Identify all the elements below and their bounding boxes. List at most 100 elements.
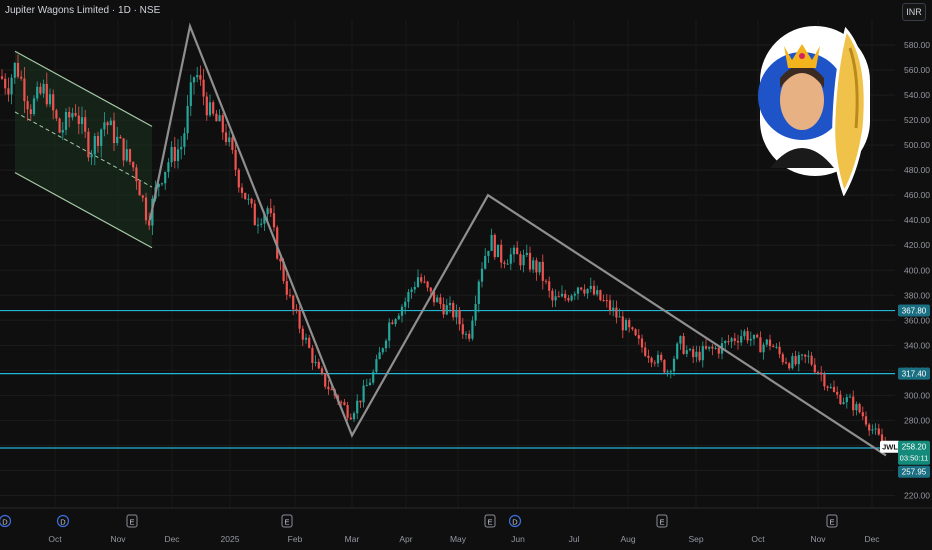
candle-body bbox=[311, 347, 314, 363]
candle-body bbox=[864, 416, 868, 425]
candle-body bbox=[298, 310, 301, 329]
y-tick-label: 420.00 bbox=[904, 240, 930, 250]
candle-body bbox=[810, 355, 813, 365]
y-tick-label: 500.00 bbox=[904, 140, 930, 150]
candle-body bbox=[535, 260, 538, 273]
y-tick-label: 380.00 bbox=[904, 290, 930, 300]
candle-body bbox=[528, 252, 532, 270]
candle-body bbox=[768, 339, 772, 347]
candle-body bbox=[208, 102, 212, 116]
x-axis: Oct Nov Dec 2025 Feb Mar Apr May Jun Jul Aug Sep Oct… bbox=[0, 507, 932, 544]
candle-body bbox=[644, 347, 647, 356]
candle-body bbox=[548, 281, 551, 291]
x-tick-label: Aug bbox=[620, 534, 635, 544]
candle-body bbox=[656, 354, 660, 364]
candle-body bbox=[829, 386, 832, 388]
candle-body bbox=[247, 198, 250, 200]
candle-body bbox=[602, 300, 605, 302]
candle-body bbox=[7, 88, 10, 95]
level-badge: 367.80 bbox=[902, 307, 927, 316]
candle-body bbox=[330, 389, 333, 391]
candle-body bbox=[87, 131, 90, 158]
candle-body bbox=[378, 352, 381, 360]
candle-body bbox=[192, 77, 196, 83]
candle-body bbox=[250, 198, 253, 204]
candle-body bbox=[733, 338, 736, 341]
candle-body bbox=[288, 294, 292, 296]
candle-body bbox=[381, 348, 384, 353]
candle-body bbox=[704, 346, 708, 349]
y-tick-label: 540.00 bbox=[904, 90, 930, 100]
candle-body bbox=[509, 254, 512, 264]
candle-body bbox=[368, 382, 372, 386]
candle-body bbox=[407, 292, 410, 302]
x-tick-label: Jun bbox=[511, 534, 525, 544]
event-markers: DDEEEDEE bbox=[0, 514, 838, 528]
y-axis: 220.00240.00260.00280.00300.00320.00340.… bbox=[904, 40, 930, 500]
candle-body bbox=[375, 359, 378, 372]
candle-body bbox=[877, 428, 880, 435]
candle-body bbox=[292, 295, 295, 310]
candle-body bbox=[90, 154, 93, 158]
candle-body bbox=[253, 203, 256, 226]
candle-body bbox=[343, 402, 346, 406]
candle-body bbox=[100, 129, 103, 146]
candle-body bbox=[359, 400, 362, 403]
candle-body bbox=[301, 328, 304, 340]
candle-body bbox=[461, 324, 464, 335]
candle-body bbox=[125, 149, 128, 161]
candle-body bbox=[861, 412, 864, 417]
candle-body bbox=[365, 385, 368, 387]
candle-body bbox=[474, 303, 477, 321]
x-tick-label: Dec bbox=[164, 534, 180, 544]
x-tick-label: May bbox=[450, 534, 467, 544]
candle-body bbox=[269, 208, 272, 214]
candle-body bbox=[567, 298, 570, 301]
x-tick-label: Jul bbox=[569, 534, 580, 544]
candle-body bbox=[756, 334, 759, 338]
candle-body bbox=[634, 329, 637, 336]
candle-body bbox=[842, 402, 845, 404]
candle-body bbox=[794, 356, 797, 365]
candle-body bbox=[340, 401, 343, 403]
candle-body bbox=[327, 386, 330, 390]
candle-body bbox=[436, 297, 439, 303]
candle-body bbox=[167, 162, 170, 172]
candle-body bbox=[692, 349, 695, 358]
candle-body bbox=[144, 197, 148, 221]
candle-body bbox=[551, 290, 554, 301]
y-tick-label: 400.00 bbox=[904, 265, 930, 275]
candle-body bbox=[679, 336, 682, 344]
candle-body bbox=[372, 371, 375, 383]
level-badge: 317.40 bbox=[902, 370, 927, 379]
currency-button[interactable]: INR bbox=[902, 3, 926, 21]
candle-body bbox=[260, 223, 263, 225]
x-tick-label: Nov bbox=[110, 534, 126, 544]
candle-body bbox=[717, 347, 720, 354]
candle-body bbox=[420, 277, 423, 282]
candle-body bbox=[221, 115, 224, 133]
candle-body bbox=[762, 344, 765, 353]
countdown: 03:50:11 bbox=[900, 454, 929, 463]
candle-body bbox=[669, 371, 672, 373]
y-tick-label: 340.00 bbox=[904, 340, 930, 350]
candle-body bbox=[295, 309, 298, 311]
candle-body bbox=[180, 146, 183, 150]
event-label: E bbox=[129, 518, 134, 527]
event-label: E bbox=[284, 518, 289, 527]
candle-body bbox=[20, 76, 23, 79]
candle-body bbox=[685, 350, 688, 354]
candle-body bbox=[711, 346, 714, 349]
candle-body bbox=[631, 327, 634, 330]
x-tick-label: Sep bbox=[688, 534, 703, 544]
candle-body bbox=[676, 343, 679, 359]
candle-body bbox=[29, 109, 32, 115]
candle-body bbox=[554, 296, 557, 301]
candle-body bbox=[487, 250, 490, 256]
candle-body bbox=[583, 289, 586, 294]
candle-body bbox=[727, 341, 730, 343]
candle-body bbox=[784, 362, 788, 364]
candle-body bbox=[573, 293, 576, 296]
candle-body bbox=[448, 302, 452, 306]
candle-body bbox=[119, 136, 122, 139]
